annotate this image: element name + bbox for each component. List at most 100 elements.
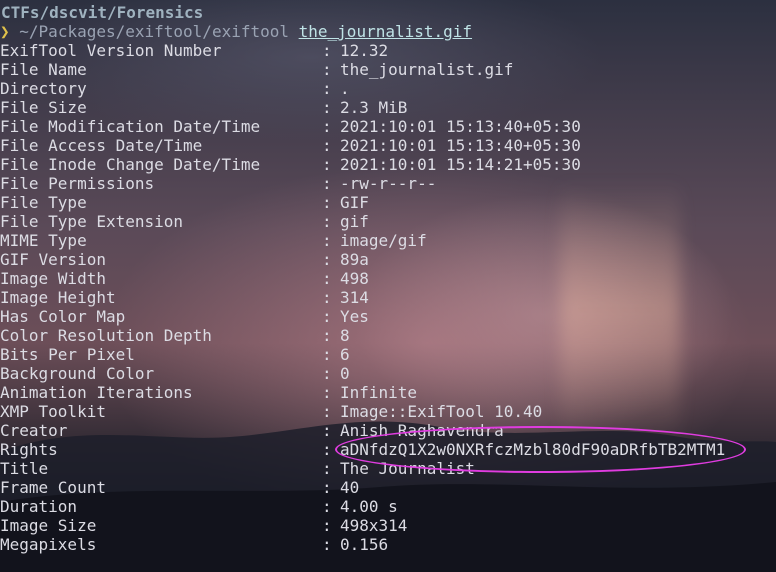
exif-row: File Name: the_journalist.gif [0,60,776,79]
exif-key: MIME Type [0,231,87,250]
exif-value: 0.156 [340,535,389,554]
exif-row: File Size:2.3 MiB [0,98,776,117]
exif-row: Image Height:314 [0,288,776,307]
exif-separator: : [322,535,332,554]
exif-key: Background Color [0,364,155,383]
exif-key: File Inode Change Date/Time [0,155,261,174]
exif-row: Creator: Anish Raghavendra [0,421,776,440]
exif-value: Infinite [340,383,418,402]
exif-output: ExifTool Version Number:12.32 File Name: t… [0,41,776,554]
exif-separator: : [322,269,332,288]
exif-row: Megapixels:0.156 [0,535,776,554]
exif-separator: : [322,79,332,98]
exif-separator: : [322,155,332,174]
exif-value: 4.00 s [340,497,398,516]
exif-value: gif [340,212,369,231]
exif-row: Directory:. [0,79,776,98]
exif-separator: : [322,41,332,60]
exif-value: 498 [340,269,369,288]
exif-row: File Permissions: -rw-r--r-- [0,174,776,193]
exif-separator: : [322,364,332,383]
exif-key: Duration [0,497,78,516]
exif-row: Has Color Map: Yes [0,307,776,326]
exif-row: File Modification Date/Time:2021:10:01 1… [0,117,776,136]
exif-row: Image Width:498 [0,269,776,288]
exif-value: 2021:10:01 15:14:21+05:30 [340,155,581,174]
exif-key: File Size [0,98,87,117]
exif-value: 89a [340,250,369,269]
exif-row: Bits Per Pixel:6 [0,345,776,364]
exif-key: File Access Date/Time [0,136,203,155]
exif-key: Creator [0,421,68,440]
exif-value: image/gif [340,231,427,250]
exif-separator: : [322,117,332,136]
exif-row: Frame Count:40 [0,478,776,497]
exif-value: 40 [340,478,360,497]
command-text: ~/Packages/exiftool/exiftool [19,22,289,41]
exif-value: aDNfdzQ1X2w0NXRfczMzbl80dF90aDRfbTB2MTM1 [340,440,726,459]
exif-value: 0 [340,364,350,383]
exif-key: Has Color Map [0,307,126,326]
exif-key: Frame Count [0,478,106,497]
exif-key: Image Size [0,516,97,535]
exif-row: GIF Version:89a [0,250,776,269]
exif-key: Rights [0,440,58,459]
exif-value: 8 [340,326,350,345]
exif-value: 2021:10:01 15:13:40+05:30 [340,117,581,136]
exif-separator: : [322,307,332,326]
exif-row: Animation Iterations: Infinite [0,383,776,402]
exif-separator: : [322,421,332,440]
exif-key: File Name [0,60,87,79]
exif-value: . [340,79,350,98]
exif-key: Image Height [0,288,116,307]
exif-value: 498x314 [340,516,408,535]
exif-row: ExifTool Version Number:12.32 [0,41,776,60]
exif-key: ExifTool Version Number [0,41,222,60]
exif-row: Color Resolution Depth:8 [0,326,776,345]
exif-value: 2021:10:01 15:13:40+05:30 [340,136,581,155]
exif-value: GIF [340,193,369,212]
prompt-arrow-icon: ❯ [0,22,10,41]
exif-key: File Type Extension [0,212,184,231]
exif-value: Yes [340,307,369,326]
exif-separator: : [322,174,332,193]
exif-row: Duration:4.00 s [0,497,776,516]
exif-separator: : [322,193,332,212]
exif-separator: : [322,383,332,402]
exif-value: Image::ExifTool 10.40 [340,402,543,421]
terminal-window[interactable]: CTFs/dscvit/Forensics ❯ ~/Packages/exift… [0,0,776,572]
exif-row: Title: The Journalist [0,459,776,478]
exif-separator: : [322,402,332,421]
exif-separator: : [322,288,332,307]
exif-row: XMP Toolkit: Image::ExifTool 10.40 [0,402,776,421]
exif-key: Color Resolution Depth [0,326,212,345]
exif-value: Anish Raghavendra [340,421,504,440]
exif-key: Title [0,459,49,478]
exif-key: XMP Toolkit [0,402,106,421]
exif-key: Animation Iterations [0,383,193,402]
exif-key: Image Width [0,269,106,288]
exif-row: File Type: GIF [0,193,776,212]
exif-separator: : [322,440,332,459]
exif-value: the_journalist.gif [340,60,514,79]
exif-key: Bits Per Pixel [0,345,135,364]
terminal-path-title: CTFs/dscvit/Forensics [1,3,204,22]
exif-separator: : [322,60,332,79]
exif-row: File Type Extension: gif [0,212,776,231]
command-argument-file: the_journalist.gif [298,22,473,41]
exif-value: 314 [340,288,369,307]
exif-key: File Type [0,193,87,212]
exif-separator: : [322,478,332,497]
exif-separator: : [322,516,332,535]
exif-separator: : [322,231,332,250]
exif-separator: : [322,250,332,269]
exif-row: File Access Date/Time:2021:10:01 15:13:4… [0,136,776,155]
command-prompt: ❯ ~/Packages/exiftool/exiftool the_journ… [0,22,776,41]
exif-separator: : [322,326,332,345]
exif-row: File Inode Change Date/Time:2021:10:01 1… [0,155,776,174]
exif-value: The Journalist [340,459,475,478]
exif-row: MIME Type: image/gif [0,231,776,250]
exif-separator: : [322,345,332,364]
exif-key: Megapixels [0,535,97,554]
exif-separator: : [322,459,332,478]
